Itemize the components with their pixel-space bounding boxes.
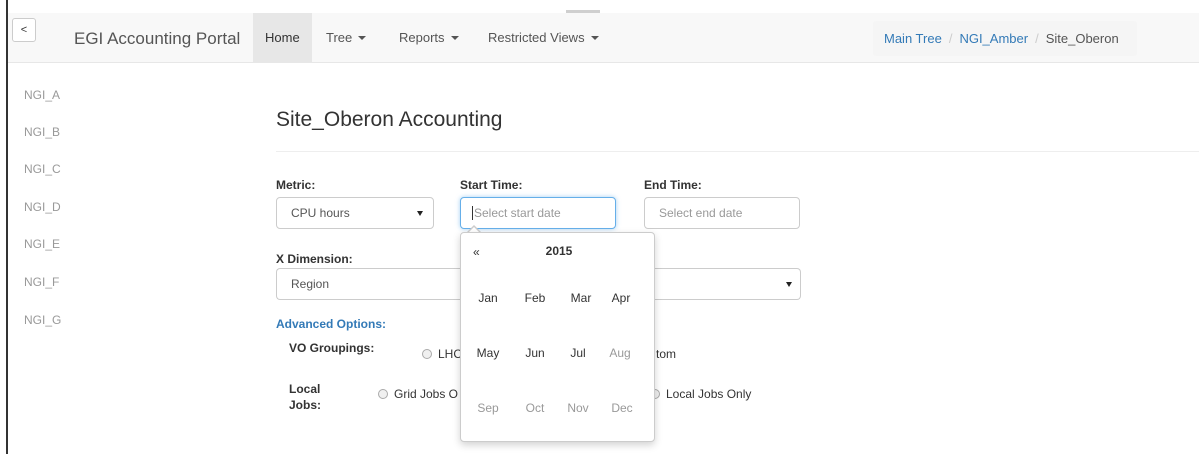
month-mar[interactable]: Mar bbox=[564, 291, 598, 305]
sidebar-item-ngi-d[interactable]: NGI_D bbox=[24, 200, 61, 214]
month-feb[interactable]: Feb bbox=[518, 291, 552, 305]
caret-down-icon bbox=[358, 35, 367, 40]
x-dimension-select[interactable]: Region bbox=[276, 268, 460, 300]
select-arrow-icon bbox=[417, 211, 423, 216]
nav-tree-label: Tree bbox=[326, 30, 353, 45]
month-aug: Aug bbox=[609, 346, 631, 360]
select-arrow-icon bbox=[786, 282, 792, 287]
month-sep: Sep bbox=[477, 401, 499, 415]
end-date-placeholder: Select end date bbox=[659, 206, 743, 220]
x-dimension-label: X Dimension: bbox=[276, 252, 353, 266]
local-jobs-label-line1: Local bbox=[289, 382, 321, 396]
breadcrumb-main-tree[interactable]: Main Tree bbox=[884, 31, 942, 46]
caret-down-icon bbox=[450, 35, 459, 40]
vo-grouping-custom-option[interactable]: tom bbox=[656, 347, 676, 361]
month-jan[interactable]: Jan bbox=[471, 291, 505, 305]
month-oct: Oct bbox=[525, 401, 545, 415]
top-navbar: < EGI Accounting Portal Home Tree Report… bbox=[8, 13, 1199, 63]
nav-reports-label: Reports bbox=[399, 30, 445, 45]
sidebar-collapse-button[interactable]: < bbox=[12, 18, 36, 42]
sidebar-item-ngi-c[interactable]: NGI_C bbox=[24, 162, 61, 176]
metric-select-value: CPU hours bbox=[291, 206, 350, 220]
nav-restricted-views-label: Restricted Views bbox=[488, 30, 585, 45]
datepicker-year[interactable]: 2015 bbox=[461, 244, 656, 258]
nav-tree-dropdown[interactable]: Tree bbox=[314, 13, 378, 62]
window-top-strip bbox=[0, 0, 1199, 10]
breadcrumb-separator: / bbox=[948, 31, 953, 46]
radio-icon[interactable] bbox=[422, 349, 432, 359]
advanced-options-toggle[interactable]: Advanced Options: bbox=[276, 317, 386, 331]
month-dec: Dec bbox=[611, 401, 633, 415]
local-jobs-only-option[interactable]: Local Jobs Only bbox=[650, 387, 751, 401]
month-apr[interactable]: Apr bbox=[604, 291, 638, 305]
vo-grouping-lhc-option[interactable]: LHC bbox=[422, 347, 462, 361]
nav-reports-dropdown[interactable]: Reports bbox=[387, 13, 471, 62]
start-date-placeholder: Select start date bbox=[474, 206, 561, 220]
breadcrumb-ngi-amber[interactable]: NGI_Amber bbox=[959, 31, 1028, 46]
x-dimension-value: Region bbox=[291, 277, 330, 291]
local-jobs-label-line2: Jobs: bbox=[289, 398, 322, 412]
month-datepicker: 2015 « Jan Feb Mar Apr May Jun Jul Aug S… bbox=[460, 232, 655, 442]
local-jobs-label: Local Jobs: bbox=[289, 381, 321, 413]
month-jul[interactable]: Jul bbox=[561, 346, 595, 360]
window-left-border bbox=[6, 0, 8, 454]
month-nov: Nov bbox=[567, 401, 589, 415]
sidebar-item-ngi-g[interactable]: NGI_G bbox=[24, 313, 61, 327]
radio-icon[interactable] bbox=[378, 389, 388, 399]
metric-label: Metric: bbox=[276, 178, 316, 192]
nav-home[interactable]: Home bbox=[253, 13, 312, 62]
month-may[interactable]: May bbox=[471, 346, 505, 360]
sidebar-item-ngi-f[interactable]: NGI_F bbox=[24, 275, 59, 289]
sidebar-item-ngi-a[interactable]: NGI_A bbox=[24, 88, 60, 102]
grid-jobs-option[interactable]: Grid Jobs O bbox=[378, 387, 458, 401]
vo-groupings-label: VO Groupings: bbox=[289, 341, 375, 355]
metric-select[interactable]: CPU hours bbox=[276, 197, 434, 229]
title-divider bbox=[276, 151, 1199, 152]
end-time-label: End Time: bbox=[644, 178, 702, 192]
caret-down-icon bbox=[590, 35, 599, 40]
breadcrumb: Main Tree / NGI_Amber / Site_Oberon bbox=[873, 21, 1137, 56]
text-cursor bbox=[472, 206, 473, 220]
nav-restricted-views-dropdown[interactable]: Restricted Views bbox=[476, 13, 611, 62]
sidebar-item-ngi-e[interactable]: NGI_E bbox=[24, 237, 60, 251]
sidebar-item-ngi-b[interactable]: NGI_B bbox=[24, 125, 60, 139]
start-date-input[interactable]: Select start date bbox=[460, 197, 616, 229]
vo-grouping-lhc-label: LHC bbox=[438, 347, 463, 361]
local-jobs-only-label: Local Jobs Only bbox=[666, 387, 752, 401]
brand-link[interactable]: EGI Accounting Portal bbox=[74, 29, 240, 49]
nav-home-label: Home bbox=[265, 30, 300, 45]
month-jun[interactable]: Jun bbox=[518, 346, 552, 360]
datepicker-prev-icon[interactable]: « bbox=[473, 245, 480, 259]
breadcrumb-separator: / bbox=[1035, 31, 1039, 46]
y-dimension-select[interactable] bbox=[655, 268, 801, 300]
start-time-label: Start Time: bbox=[460, 178, 523, 192]
page-title: Site_Oberon Accounting bbox=[276, 108, 503, 131]
end-date-input[interactable]: Select end date bbox=[644, 197, 800, 229]
vo-grouping-custom-label: tom bbox=[656, 347, 677, 361]
grid-jobs-label: Grid Jobs O bbox=[394, 387, 459, 401]
breadcrumb-current: Site_Oberon bbox=[1045, 31, 1119, 46]
